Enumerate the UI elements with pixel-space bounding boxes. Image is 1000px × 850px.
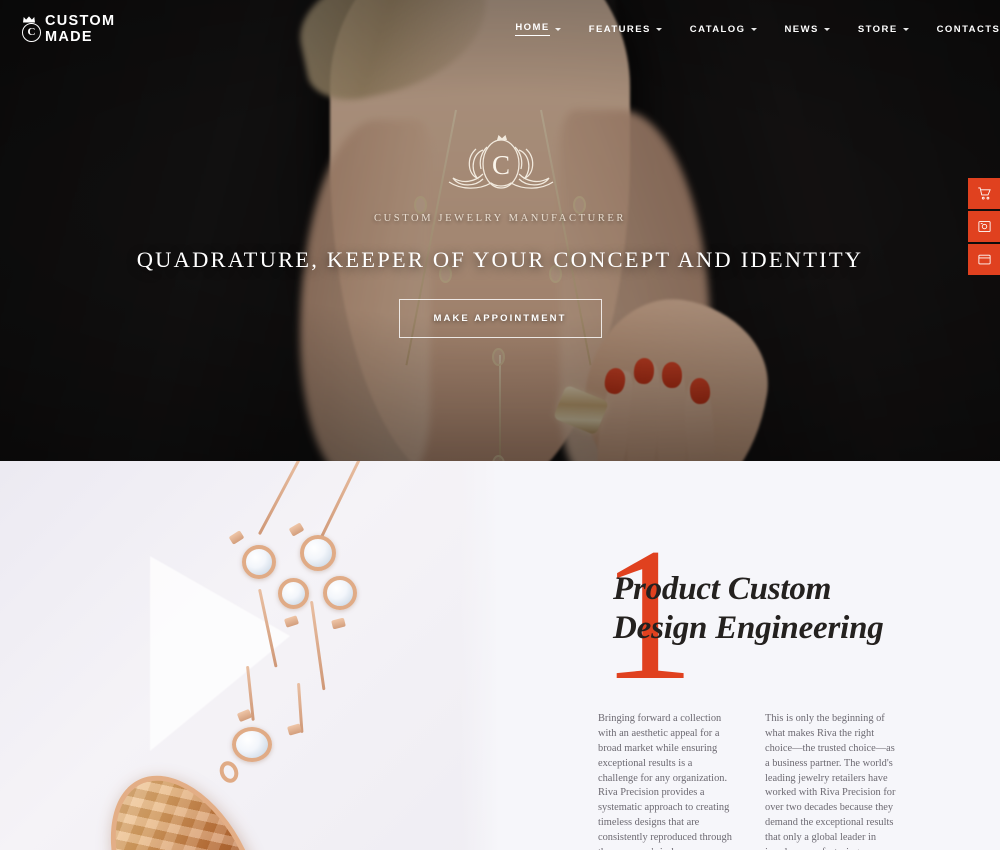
hero-content: C CUSTOM JEWELRY MANUFACTURER QUADRATURE… [0, 0, 1000, 461]
section-heading: Product Custom Design Engineering [613, 570, 1000, 648]
heading-line-2: Design Engineering [613, 609, 884, 646]
logo-letter: C [22, 23, 41, 42]
site-header: C CUSTOM MADE HOME FEATURES CATALOG NEWS [0, 0, 1000, 58]
window-tab[interactable] [968, 244, 1000, 275]
chevron-down-icon [902, 27, 909, 31]
window-card-icon [977, 254, 991, 265]
nav-item-news[interactable]: NEWS [771, 24, 844, 35]
chevron-down-icon [554, 27, 561, 31]
landing-page: C CUSTOM MADE HOME FEATURES CATALOG NEWS [0, 0, 1000, 850]
heading-line-1: Product Custom [613, 571, 832, 607]
product-design-section: 1 Product Custom Design Engineering Brin… [0, 461, 1000, 850]
nav-item-catalog[interactable]: CATALOG [676, 24, 771, 35]
nav-label: CONTACTS [936, 23, 1000, 35]
nav-label: NEWS [784, 23, 819, 35]
nav-label: STORE [857, 23, 898, 35]
nav-item-contacts[interactable]: CONTACTS [923, 24, 1000, 35]
nav-item-store[interactable]: STORE [844, 24, 923, 35]
section-body-columns: Bringing forward a collection with an ae… [598, 712, 998, 850]
nav-label: FEATURES [588, 23, 651, 35]
necklace-product-photo [0, 461, 500, 850]
svg-text:C: C [492, 150, 510, 180]
make-appointment-button[interactable]: MAKE APPOINTMENT [398, 299, 602, 338]
gallery-tab[interactable] [968, 211, 1000, 242]
hero-subtitle: CUSTOM JEWELRY MANUFACTURER [373, 213, 627, 224]
nav-item-features[interactable]: FEATURES [575, 24, 676, 35]
chevron-down-icon [823, 27, 830, 31]
crown-c-monogram-icon: C [22, 16, 41, 42]
chevron-down-icon [655, 27, 662, 31]
body-column-2: This is only the beginning of what makes… [765, 713, 896, 850]
hero-title: QUADRATURE, KEEPER OF YOUR CONCEPT AND I… [136, 247, 864, 272]
section-one-text: 1 Product Custom Design Engineering Brin… [500, 461, 1000, 850]
nav-label: HOME [515, 22, 550, 36]
brand-name: CUSTOM MADE [44, 13, 116, 45]
ornate-c-crest-icon: C [448, 135, 554, 189]
cart-tab[interactable] [968, 178, 1000, 209]
nav-label: CATALOG [689, 23, 746, 35]
main-navigation: HOME FEATURES CATALOG NEWS STORE CONTACT… [501, 22, 1000, 36]
nav-item-home[interactable]: HOME [501, 22, 574, 36]
brand-logo[interactable]: C CUSTOM MADE [22, 13, 123, 45]
image-gallery-icon [977, 221, 991, 232]
crown-icon [22, 16, 35, 23]
shopping-cart-icon [977, 187, 991, 200]
chevron-down-icon [750, 27, 757, 31]
side-action-tabs [968, 178, 1000, 275]
body-column-1: Bringing forward a collection with an ae… [598, 713, 732, 850]
